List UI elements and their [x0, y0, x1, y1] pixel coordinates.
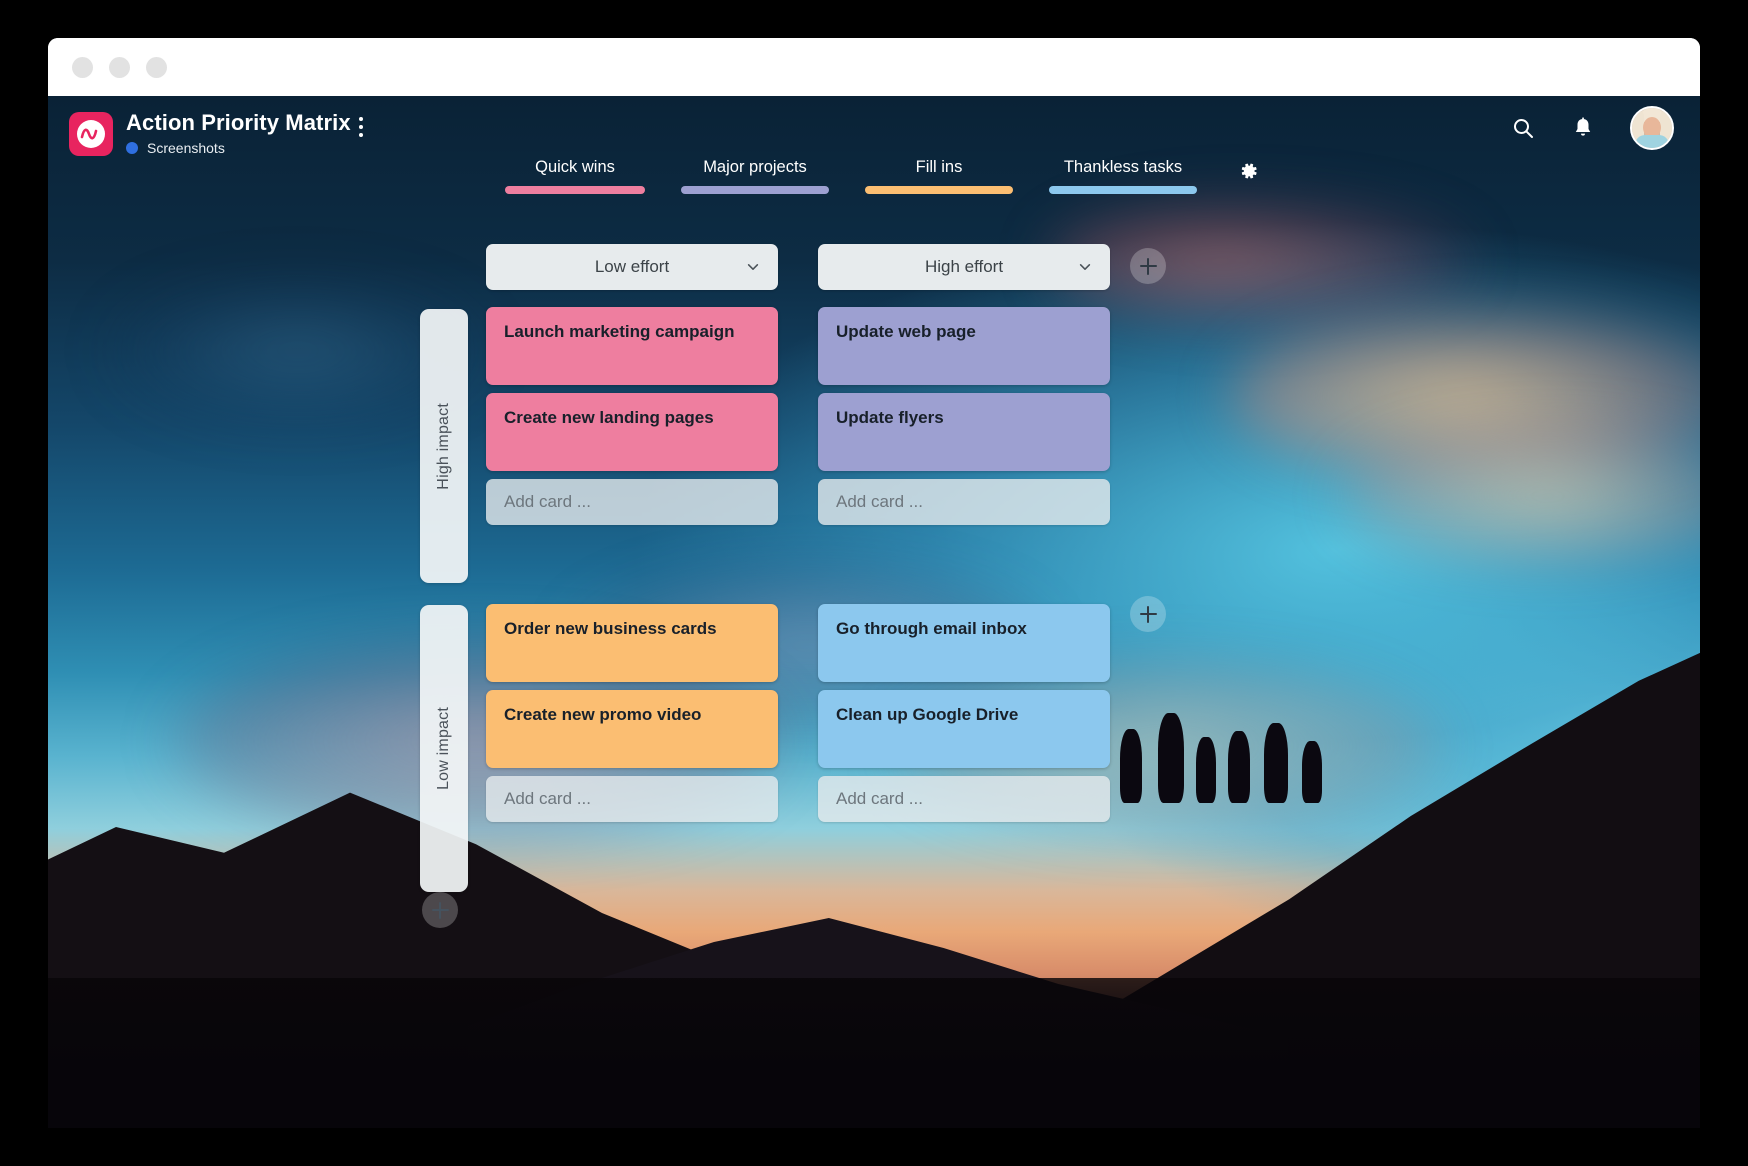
column-header-low-effort[interactable]: Low effort: [486, 244, 778, 290]
tab-underline: [681, 186, 829, 194]
add-card-input-high-impact-low-effort[interactable]: Add card ...: [486, 479, 778, 525]
browser-window: Action Priority Matrix Screenshots Quick…: [48, 38, 1700, 1128]
bell-icon[interactable]: [1570, 115, 1596, 141]
workspace-color-dot: [126, 142, 138, 154]
avatar[interactable]: [1630, 106, 1674, 150]
workspace-label: Screenshots: [147, 140, 225, 156]
tab-quick-wins[interactable]: Quick wins: [505, 156, 645, 194]
card-clean-up-google-drive[interactable]: Clean up Google Drive: [818, 690, 1110, 768]
card-title: Clean up Google Drive: [836, 705, 1019, 724]
header-actions: [1510, 106, 1674, 150]
swimlane-text: Low impact: [435, 707, 452, 790]
page-title: Action Priority Matrix: [126, 110, 351, 135]
card-order-new-business-cards[interactable]: Order new business cards: [486, 604, 778, 682]
card-create-new-promo-video[interactable]: Create new promo video: [486, 690, 778, 768]
search-icon[interactable]: [1510, 115, 1536, 141]
card-go-through-email-inbox[interactable]: Go through email inbox: [818, 604, 1110, 682]
tab-major-projects[interactable]: Major projects: [681, 156, 829, 194]
board-canvas: Action Priority Matrix Screenshots Quick…: [48, 96, 1700, 1128]
tab-underline: [505, 186, 645, 194]
add-column-button[interactable]: [1130, 248, 1166, 284]
add-card-input-low-impact-low-effort[interactable]: Add card ...: [486, 776, 778, 822]
tab-label: Major projects: [703, 158, 807, 176]
add-lane-button[interactable]: [422, 892, 458, 928]
card-update-flyers[interactable]: Update flyers: [818, 393, 1110, 471]
gear-icon[interactable]: [1235, 158, 1261, 184]
tab-bar: Quick wins Major projects Fill ins Thank…: [48, 156, 1700, 194]
kebab-menu-icon[interactable]: [350, 112, 372, 142]
add-card-input-high-impact-high-effort[interactable]: Add card ...: [818, 479, 1110, 525]
card-launch-marketing-campaign[interactable]: Launch marketing campaign: [486, 307, 778, 385]
wave-logo-icon: [69, 112, 113, 156]
swimlane-label-high-impact: High impact: [420, 309, 468, 583]
tab-underline: [1049, 186, 1197, 194]
chevron-down-icon: [747, 264, 759, 270]
tab-label: Fill ins: [915, 158, 963, 176]
card-title: Create new promo video: [504, 705, 702, 724]
add-card-placeholder: Add card ...: [504, 789, 591, 808]
card-title: Update web page: [836, 322, 976, 341]
screenshot-root: Action Priority Matrix Screenshots Quick…: [0, 0, 1748, 1166]
add-card-placeholder: Add card ...: [836, 492, 923, 511]
column-header-label: Low effort: [594, 257, 670, 276]
swimlane-label-low-impact: Low impact: [420, 605, 468, 892]
card-title: Update flyers: [836, 408, 944, 427]
column-header-label: High effort: [924, 257, 1004, 276]
title-block: Action Priority Matrix: [126, 108, 351, 138]
card-title: Create new landing pages: [504, 408, 714, 427]
tab-label: Thankless tasks: [1063, 158, 1183, 176]
tab-thankless-tasks[interactable]: Thankless tasks: [1049, 156, 1197, 194]
add-card-placeholder: Add card ...: [836, 789, 923, 808]
card-title: Order new business cards: [504, 619, 717, 638]
tab-underline: [865, 186, 1013, 194]
maximize-dot[interactable]: [146, 56, 167, 78]
close-dot[interactable]: [72, 56, 93, 78]
card-title: Launch marketing campaign: [504, 322, 735, 341]
add-card-input-low-impact-high-effort[interactable]: Add card ...: [818, 776, 1110, 822]
workspace-breadcrumb[interactable]: Screenshots: [126, 140, 225, 156]
card-title: Go through email inbox: [836, 619, 1027, 638]
chevron-down-icon: [1079, 264, 1091, 270]
swimlane-text: High impact: [435, 402, 452, 490]
minimize-dot[interactable]: [109, 56, 130, 78]
priority-matrix: Low effort High effort High impact Low i…: [48, 96, 1700, 1128]
card-update-web-page[interactable]: Update web page: [818, 307, 1110, 385]
column-header-high-effort[interactable]: High effort: [818, 244, 1110, 290]
add-row-button[interactable]: [1130, 596, 1166, 632]
card-create-new-landing-pages[interactable]: Create new landing pages: [486, 393, 778, 471]
wave-glyph: [80, 128, 98, 140]
tab-label: Quick wins: [535, 158, 615, 176]
browser-titlebar: [48, 38, 1700, 96]
tab-fill-ins[interactable]: Fill ins: [865, 156, 1013, 194]
add-card-placeholder: Add card ...: [504, 492, 591, 511]
